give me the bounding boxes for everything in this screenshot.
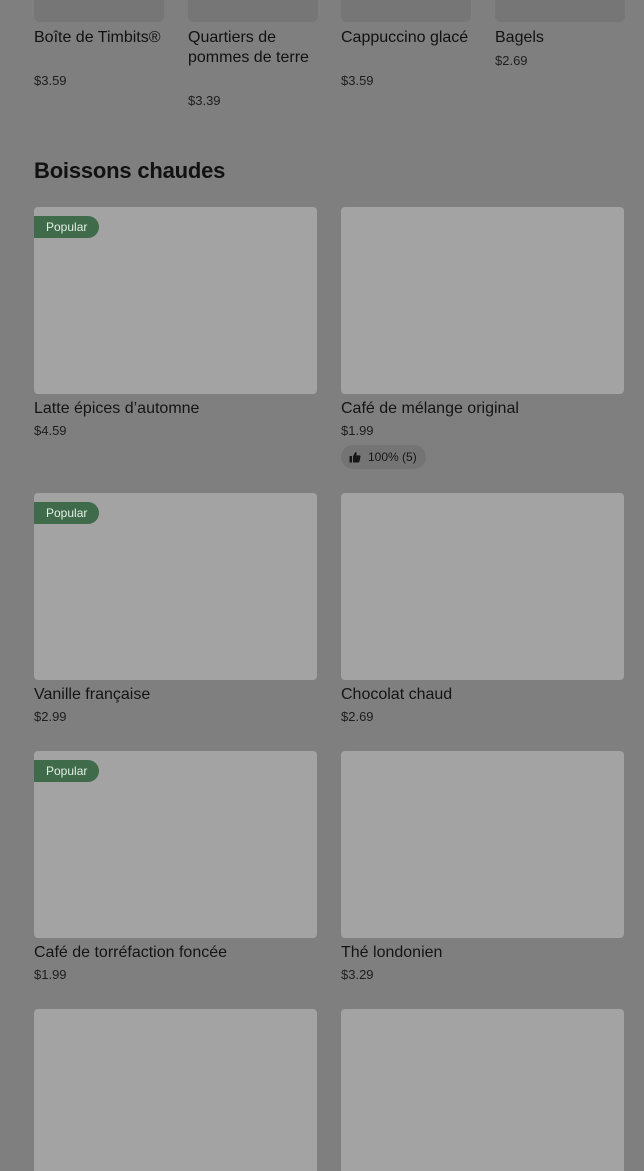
product-image[interactable] — [341, 751, 624, 938]
product-name: Latte épices d’automne — [34, 400, 200, 417]
product-card[interactable]: Popular Vanille française $2.99 — [34, 493, 317, 733]
section-title: Boissons chaudes — [34, 158, 226, 183]
product-name: Chocolat chaud — [341, 686, 453, 703]
product-name: Vanille française — [34, 686, 151, 703]
product-price: $1.99 — [341, 423, 374, 438]
product-price: $3.39 — [188, 93, 221, 108]
carousel: Boîte de Timbits® $3.59 Quartiers de pom… — [34, 0, 644, 130]
product-name: Bagels — [495, 29, 544, 46]
rating-text: 100% (5) — [368, 450, 417, 464]
product-card[interactable] — [34, 1009, 317, 1171]
product-price: $2.69 — [341, 709, 374, 724]
product-card[interactable]: Popular Latte épices d’automne $4.59 — [34, 207, 317, 447]
product-name: Café de torréfaction foncée — [34, 944, 228, 961]
page: Boîte de Timbits® $3.59 Quartiers de pom… — [0, 0, 644, 1171]
product-image[interactable] — [341, 1009, 624, 1171]
product-price: $1.99 — [34, 967, 67, 982]
product-image[interactable] — [188, 0, 318, 22]
product-price: $2.69 — [495, 53, 528, 68]
product-image[interactable] — [341, 493, 624, 680]
popular-badge: Popular — [34, 216, 100, 238]
product-image[interactable] — [495, 0, 625, 22]
thumbs-up-icon — [349, 452, 361, 463]
product-image[interactable] — [341, 207, 624, 394]
product-card[interactable]: Popular Café de torréfaction foncée $1.9… — [34, 751, 317, 991]
product-name: Quartiers de pommes de terre — [188, 29, 309, 66]
product-price: $3.59 — [341, 73, 374, 88]
product-price: $3.29 — [341, 967, 374, 982]
product-name: Cappuccino glacé — [341, 29, 469, 46]
product-price: $4.59 — [34, 423, 67, 438]
product-image[interactable] — [34, 1009, 317, 1171]
product-card[interactable] — [341, 1009, 624, 1171]
product-card[interactable]: Thé londonien $3.29 — [341, 751, 624, 991]
product-card[interactable]: Chocolat chaud $2.69 — [341, 493, 624, 733]
popular-badge: Popular — [34, 760, 100, 782]
product-card[interactable]: Café de mélange original $1.99 100% (5) — [341, 207, 624, 472]
product-image[interactable] — [34, 0, 164, 22]
product-name: Thé londonien — [341, 944, 443, 961]
product-name: Boîte de Timbits® — [34, 29, 161, 46]
product-price: $3.59 — [34, 73, 67, 88]
product-image[interactable] — [341, 0, 471, 22]
product-price: $2.99 — [34, 709, 67, 724]
rating-badge: 100% (5) — [341, 445, 426, 469]
product-name: Café de mélange original — [341, 400, 519, 417]
popular-badge: Popular — [34, 502, 100, 524]
